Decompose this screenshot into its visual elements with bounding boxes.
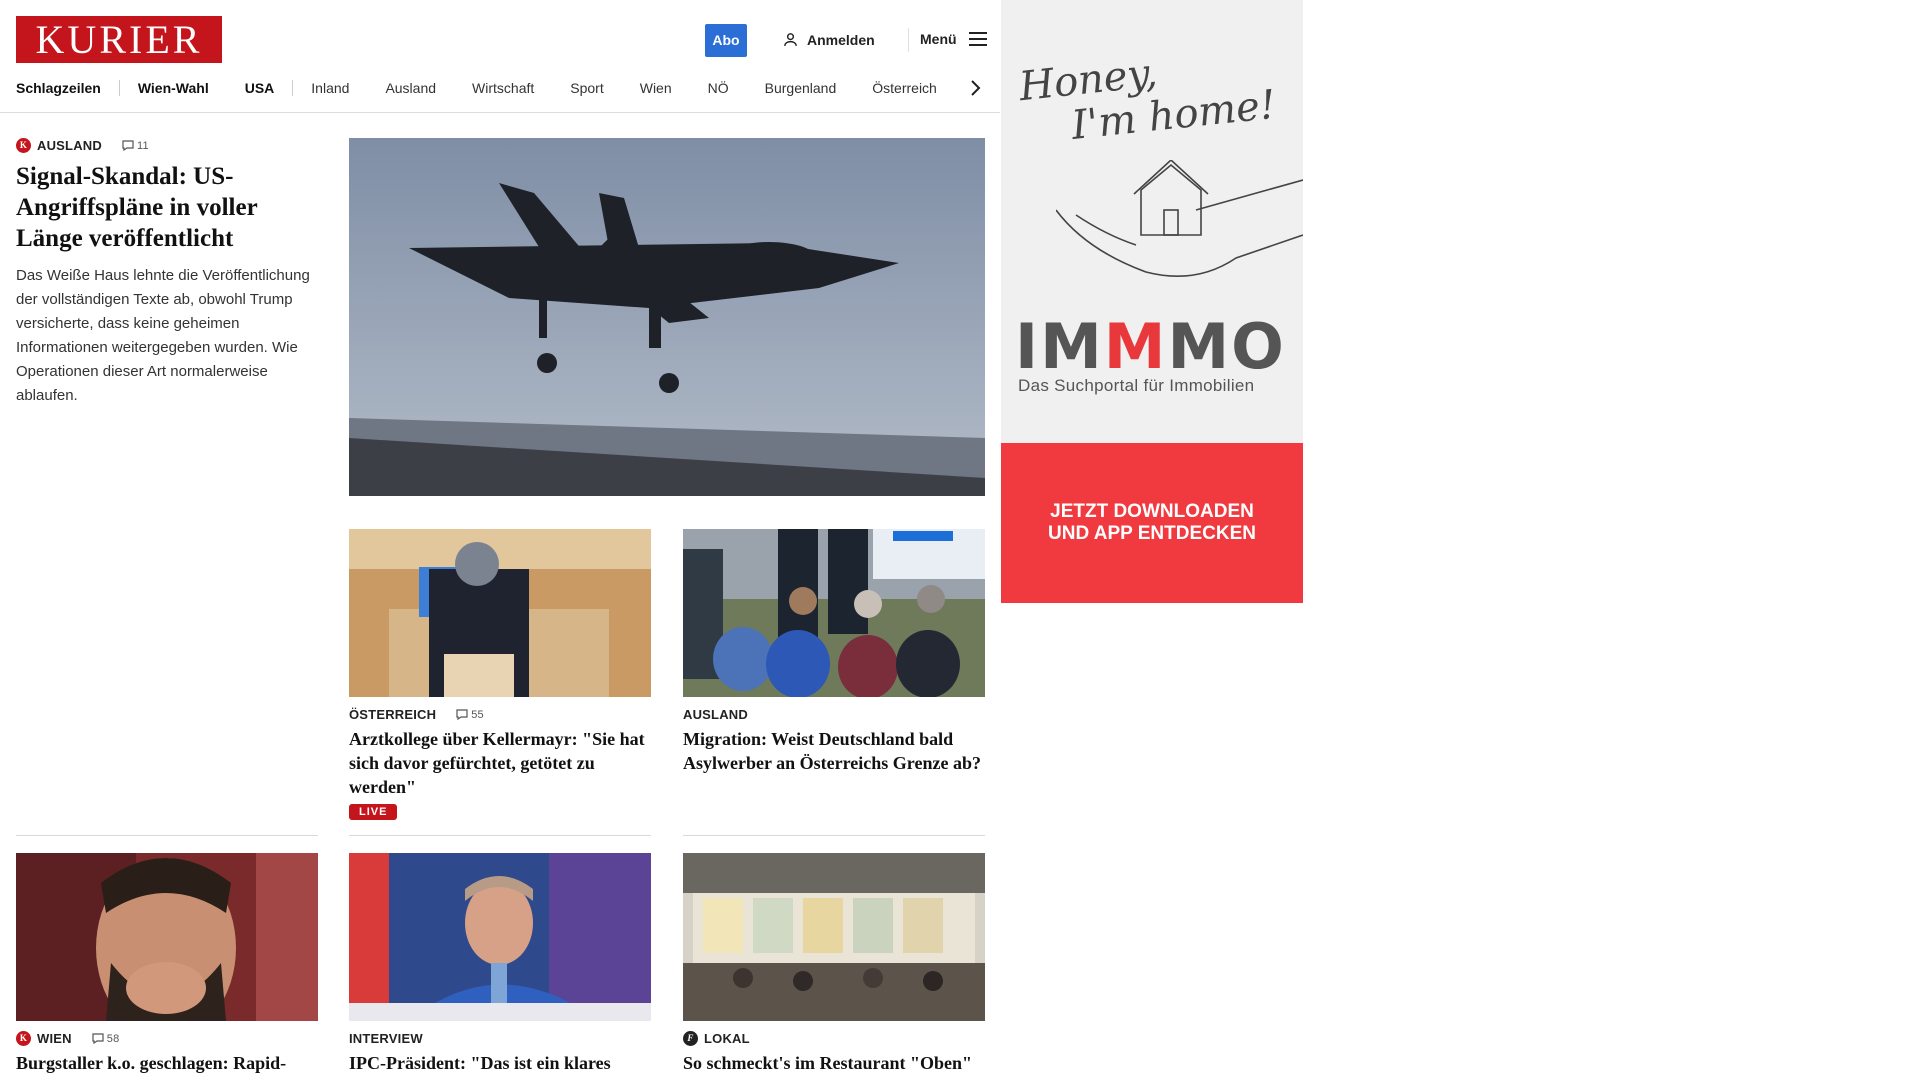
hand-house-illustration (1056, 160, 1303, 277)
comment-icon (122, 140, 134, 151)
lead-comment-count: 11 (136, 139, 149, 152)
article-headline[interactable]: Migration: Weist Deutschland bald Asylwe… (683, 727, 985, 775)
site-header: KURIER Abo Anmelden Menü Schlagzeilen Wi… (0, 0, 1000, 113)
lead-headline[interactable]: Signal-Skandal: US-Angriffspläne in voll… (16, 161, 316, 254)
divider (16, 835, 318, 836)
ad-cta-button[interactable]: JETZT DOWNLOADEN UND APP ENTDECKEN (1001, 443, 1303, 603)
lead-comments[interactable]: 11 (122, 140, 149, 152)
article-image-footballer[interactable] (16, 853, 318, 1021)
lead-category: K AUSLAND 11 (16, 138, 316, 153)
nav-item-wien[interactable]: Wien (640, 80, 690, 96)
article-category-label: LOKAL (704, 1031, 750, 1046)
abo-button[interactable]: Abo (705, 24, 747, 57)
ad-script-text: Honey, I'm home! (1017, 39, 1278, 153)
ad-subtitle: Das Suchportal für Immobilien (1018, 376, 1255, 395)
brand-part-3: MO (1167, 310, 1286, 383)
article-headline[interactable]: Burgstaller k.o. geschlagen: Rapid-Stürm… (16, 1051, 318, 1080)
divider (683, 835, 985, 836)
article-category: f LOKAL (683, 1031, 985, 1046)
kurier-page: KURIER Abo Anmelden Menü Schlagzeilen Wi… (0, 0, 1000, 1080)
article-card[interactable]: INTERVIEW IPC-Präsident: "Das ist ein kl… (349, 853, 651, 1080)
nav-item-ausland[interactable]: Ausland (385, 80, 454, 96)
kurier-logo[interactable]: KURIER (16, 16, 222, 63)
user-icon (784, 33, 797, 46)
article-category-label: INTERVIEW (349, 1031, 423, 1046)
login-label: Anmelden (807, 31, 875, 48)
nav-item-noe[interactable]: NÖ (708, 80, 747, 96)
menu-button[interactable]: Menü (920, 31, 987, 47)
divider (349, 835, 651, 836)
article-headline[interactable]: Arztkollege über Kellermayr: "Sie hat si… (349, 727, 651, 799)
menu-label: Menü (920, 31, 957, 47)
article-category: K WIEN 58 (16, 1031, 318, 1046)
hamburger-icon (968, 32, 987, 46)
article-comments[interactable]: 55 (456, 709, 484, 721)
nav-item-burgenland[interactable]: Burgenland (765, 80, 855, 96)
article-headline[interactable]: So schmeckt's im Restaurant "Oben" im 7.… (683, 1051, 985, 1080)
comment-icon (456, 709, 468, 720)
brand-part-2: M (1103, 310, 1168, 383)
nav-item-inland[interactable]: Inland (311, 80, 367, 96)
article-image-restaurant[interactable] (683, 853, 985, 1021)
section-nav: Schlagzeilen Wien-Wahl USA Inland Auslan… (16, 78, 973, 98)
kurier-plus-icon: K (16, 138, 31, 153)
article-image-migration[interactable] (683, 529, 985, 697)
freizeit-icon: f (683, 1031, 698, 1046)
lead-category-label: AUSLAND (37, 138, 102, 153)
nav-item-usa[interactable]: USA (245, 80, 294, 96)
article-headline[interactable]: IPC-Präsident: "Das ist ein klares Signa… (349, 1051, 651, 1080)
immmo-advertisement[interactable]: Honey, I'm home! IMMMO Das Suchportal fü… (1001, 0, 1303, 603)
comment-icon (92, 1033, 104, 1044)
live-badge: LIVE (349, 804, 398, 820)
header-divider (908, 28, 909, 52)
nav-item-sport[interactable]: Sport (570, 80, 621, 96)
lead-image-fighter-jet[interactable] (349, 138, 985, 496)
article-category: ÖSTERREICH 55 (349, 707, 651, 722)
article-card[interactable]: K WIEN 58 Burgstaller k.o. geschlagen: R… (16, 853, 318, 1080)
article-comment-count: 55 (471, 708, 484, 721)
article-image-ipc-president[interactable] (349, 853, 651, 1021)
nav-item-schlagzeilen[interactable]: Schlagzeilen (16, 80, 120, 96)
nav-item-wirtschaft[interactable]: Wirtschaft (472, 80, 552, 96)
article-category-label: AUSLAND (683, 707, 748, 722)
lead-teaser: Das Weiße Haus lehnte die Veröffentlichu… (16, 267, 310, 404)
brand-part-1: IM (1015, 310, 1104, 383)
immmo-logo: IMMMO (1015, 310, 1286, 383)
article-card[interactable]: ÖSTERREICH 55 Arztkollege über Kellermay… (349, 529, 651, 820)
article-category-label: ÖSTERREICH (349, 707, 437, 722)
article-category: INTERVIEW (349, 1031, 651, 1046)
nav-item-oesterreich[interactable]: Österreich (872, 80, 955, 96)
article-category-label: WIEN (37, 1031, 72, 1046)
ad-cta-line-1: JETZT DOWNLOADEN (1050, 501, 1254, 522)
article-comments[interactable]: 58 (92, 1033, 120, 1045)
article-card[interactable]: AUSLAND Migration: Weist Deutschland bal… (683, 529, 985, 775)
ad-visual[interactable]: Honey, I'm home! IMMMO Das Suchportal fü… (1001, 0, 1303, 443)
article-image-courtroom[interactable] (349, 529, 651, 697)
article-card[interactable]: f LOKAL So schmeckt's im Restaurant "Obe… (683, 853, 985, 1080)
article-comment-count: 58 (106, 1032, 120, 1045)
login-button[interactable]: Anmelden (782, 31, 875, 48)
ad-cta-line-2: UND APP ENTDECKEN (1048, 523, 1256, 544)
nav-item-wien-wahl[interactable]: Wien-Wahl (138, 80, 227, 96)
chevron-right-icon[interactable] (967, 78, 983, 98)
kurier-plus-icon: K (16, 1031, 31, 1046)
lead-article[interactable]: K AUSLAND 11 Signal-Skandal: US-Angriffs… (16, 138, 316, 408)
article-category: AUSLAND (683, 707, 985, 722)
